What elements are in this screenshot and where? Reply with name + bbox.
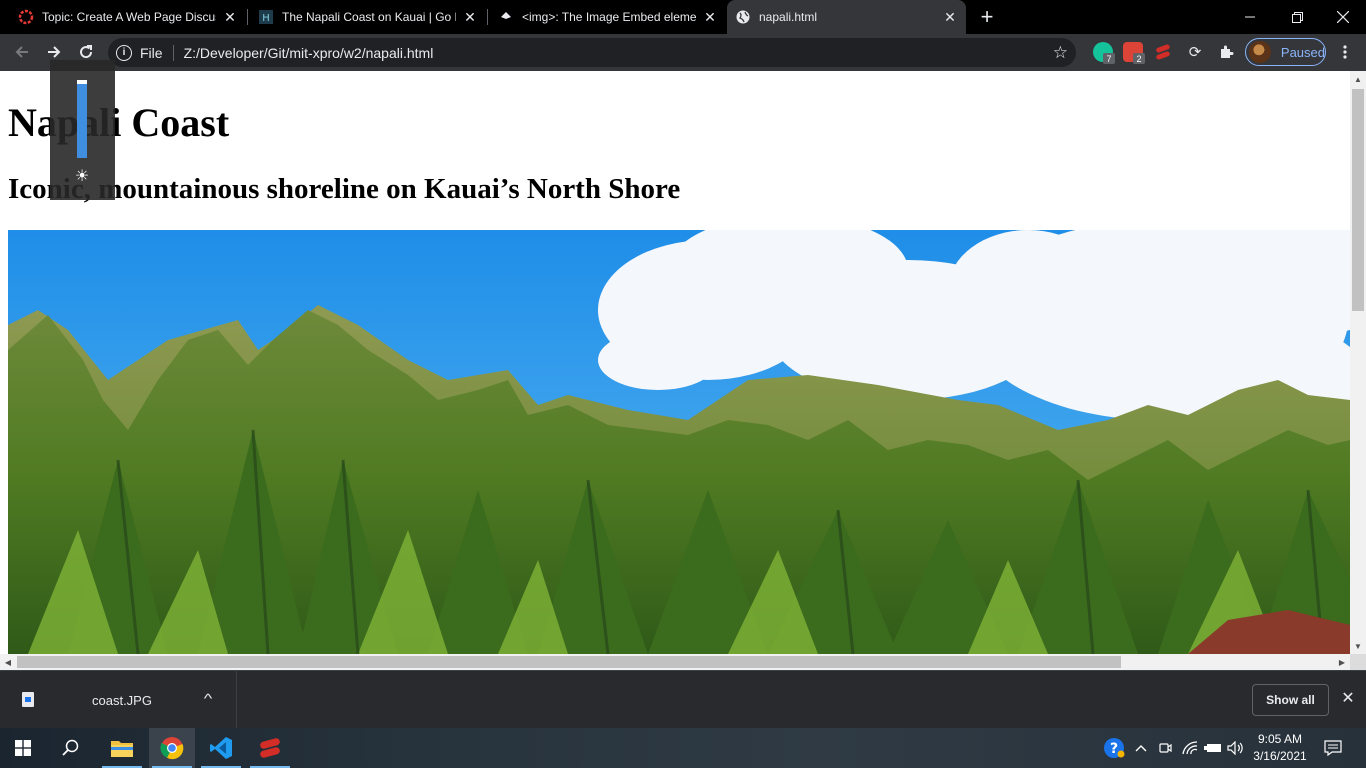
mdn-icon — [498, 9, 514, 25]
download-filename: coast.JPG — [92, 693, 152, 708]
svg-text:H: H — [262, 13, 270, 24]
more-menu-icon[interactable] — [1331, 38, 1359, 66]
tab-discussion[interactable]: Topic: Create A Web Page Discus ✕ — [10, 0, 246, 34]
close-shelf-icon[interactable]: ✕ — [1339, 689, 1357, 707]
sync-icon[interactable]: ⟳ — [1181, 38, 1209, 66]
svg-text:?: ? — [1110, 741, 1118, 757]
brightness-sun-icon: ☀ — [74, 168, 90, 185]
tiki-icon: H — [258, 9, 274, 25]
bookmark-star-icon[interactable]: ☆ — [1053, 43, 1068, 63]
notifications-icon[interactable] — [1320, 728, 1346, 768]
tab-divider — [247, 9, 248, 25]
browser-toolbar: i File Z:/Developer/Git/mit-xpro/w2/napa… — [0, 34, 1366, 71]
lastpass-taskbar-icon[interactable] — [247, 728, 293, 768]
page-title: Napali Coast — [8, 100, 230, 145]
vertical-scroll-thumb[interactable] — [1352, 89, 1364, 311]
red-ring-icon — [18, 9, 34, 25]
show-all-button[interactable]: Show all — [1252, 684, 1329, 716]
horizontal-scrollbar[interactable]: ◀ ▶ — [0, 654, 1350, 670]
extensions-puzzle-icon[interactable] — [1213, 38, 1241, 66]
horizontal-scroll-thumb[interactable] — [17, 656, 1121, 668]
minimize-button[interactable] — [1227, 0, 1273, 34]
vertical-scrollbar[interactable]: ▲ ▼ — [1350, 71, 1366, 654]
scroll-up-arrow-icon[interactable]: ▲ — [1350, 71, 1366, 87]
clock-time: 9:05 AM — [1257, 732, 1303, 746]
close-tab-icon[interactable]: ✕ — [702, 9, 718, 25]
url-text[interactable]: Z:/Developer/Git/mit-xpro/w2/napali.html — [184, 45, 434, 61]
profile-button[interactable]: Paused — [1245, 38, 1326, 66]
tab-title: napali.html — [759, 10, 818, 24]
windows-taskbar: ? 9:05 AM 3/16/2021 — [0, 728, 1366, 768]
tab-title: <img>: The Image Embed eleme — [522, 10, 696, 24]
page-viewport: Napali Coast Iconic, mountainous shoreli… — [0, 71, 1350, 654]
search-icon[interactable] — [48, 728, 94, 768]
help-icon[interactable]: ? — [1101, 728, 1127, 768]
close-tab-icon[interactable]: ✕ — [222, 9, 238, 25]
brightness-flyout: ☀ — [50, 60, 115, 200]
close-window-button[interactable] — [1320, 0, 1366, 34]
address-bar[interactable]: i File Z:/Developer/Git/mit-xpro/w2/napa… — [108, 38, 1076, 67]
lastpass-icon[interactable] — [1154, 44, 1172, 60]
volume-icon[interactable] — [1226, 728, 1246, 768]
tab-napali-coast-site[interactable]: H The Napali Coast on Kauai | Go H ✕ — [250, 0, 486, 34]
tab-strip: Topic: Create A Web Page Discus ✕ H The … — [0, 0, 1366, 34]
battery-icon[interactable] — [1203, 728, 1223, 768]
system-clock[interactable]: 9:05 AM 3/16/2021 — [1246, 731, 1314, 765]
wifi-icon[interactable] — [1180, 728, 1200, 768]
tab-title: Topic: Create A Web Page Discus — [42, 10, 216, 24]
tab-napali-html[interactable]: napali.html ✕ — [727, 0, 966, 34]
scrollbar-corner — [1350, 654, 1366, 670]
site-info-icon[interactable]: i — [116, 44, 132, 61]
brightness-slider[interactable] — [77, 80, 87, 158]
scroll-left-arrow-icon[interactable]: ◀ — [0, 654, 16, 670]
brightness-level-fill — [77, 83, 87, 158]
close-tab-icon[interactable]: ✕ — [462, 9, 478, 25]
back-button[interactable] — [8, 38, 36, 66]
vscode-icon[interactable] — [198, 728, 244, 768]
profile-status: Paused — [1280, 44, 1325, 60]
extension-badge: 2 — [1133, 53, 1145, 64]
chevron-up-icon[interactable]: ^ — [204, 691, 213, 706]
meet-now-icon[interactable] — [1155, 728, 1175, 768]
restore-button[interactable] — [1274, 0, 1320, 34]
download-shelf: coast.JPG ^ Show all ✕ — [0, 670, 1366, 729]
tab-title: The Napali Coast on Kauai | Go H — [282, 10, 456, 24]
scroll-down-arrow-icon[interactable]: ▼ — [1350, 638, 1366, 654]
grammarly-icon[interactable]: 7 — [1093, 42, 1115, 64]
extension-badge: 7 — [1103, 53, 1115, 64]
todo-extension-icon[interactable]: 2 — [1123, 42, 1145, 64]
tab-mdn-img[interactable]: <img>: The Image Embed eleme ✕ — [490, 0, 726, 34]
scheme-label: File — [140, 44, 163, 61]
windows-start-icon[interactable] — [0, 728, 46, 768]
chrome-icon[interactable] — [149, 728, 195, 768]
globe-icon — [735, 9, 751, 25]
chevron-up-icon[interactable] — [1131, 728, 1151, 768]
scroll-right-arrow-icon[interactable]: ▶ — [1334, 654, 1350, 670]
coast-image — [8, 230, 1350, 654]
file-explorer-icon[interactable] — [99, 728, 145, 768]
omnibox-divider — [172, 44, 174, 61]
tab-divider — [487, 9, 488, 25]
close-tab-icon[interactable]: ✕ — [942, 9, 958, 25]
download-item[interactable]: coast.JPG ^ — [0, 671, 237, 729]
image-file-icon — [22, 692, 34, 707]
clock-date: 3/16/2021 — [1253, 749, 1307, 763]
new-tab-button[interactable]: + — [973, 3, 1001, 31]
avatar — [1249, 41, 1271, 63]
